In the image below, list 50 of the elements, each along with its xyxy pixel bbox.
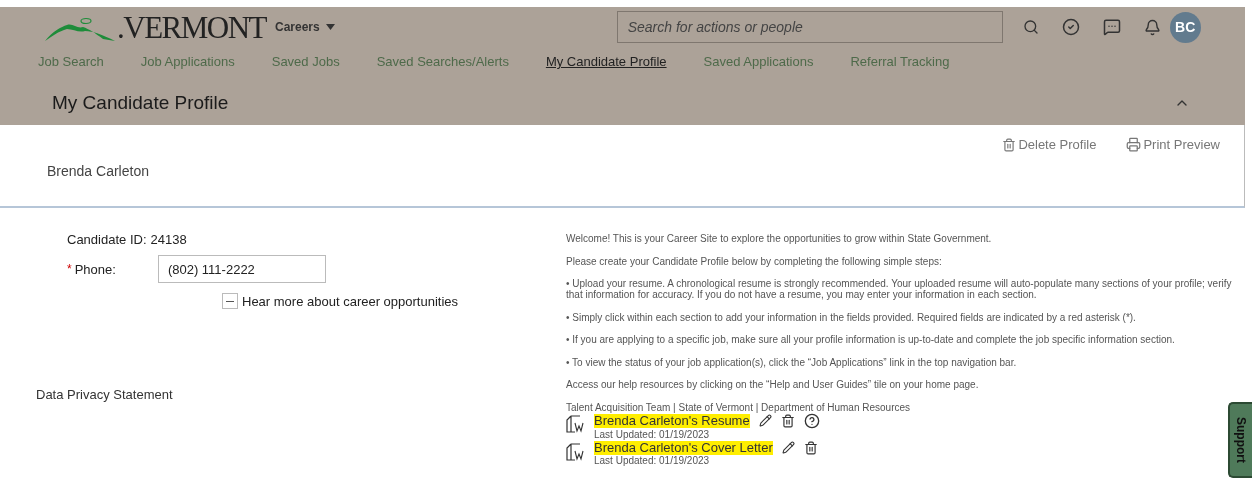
- search-field[interactable]: Search for actions or people: [616, 11, 1003, 43]
- help-icon[interactable]: [803, 412, 820, 429]
- welcome-paragraph: • Upload your resume. A chronological resume is strongly recommended. Your uploaded resume will auto-populate many sections of your profile; verify that information for accuracy. If you do not have a resume, you may enter your information in each section.: [566, 278, 1233, 300]
- search-icon[interactable]: [1022, 19, 1039, 35]
- careers-menu[interactable]: Careers: [275, 20, 335, 34]
- nav-tab[interactable]: Saved Searches/Alerts: [376, 54, 509, 74]
- trash-icon[interactable]: [803, 440, 818, 455]
- page-title: My Candidate Profile: [52, 92, 229, 114]
- check-circle-icon[interactable]: [1061, 18, 1080, 36]
- print-preview-link[interactable]: Print Preview: [1126, 137, 1220, 152]
- printer-icon: [1126, 137, 1142, 152]
- welcome-paragraph: Access our help resources by clicking on the “Help and User Guides” tile on your home page.: [566, 379, 980, 390]
- signature-text: Talent Acquisition Team | State of Vermont | Department of Human Resources: [566, 401, 912, 413]
- nav-tab[interactable]: Job Applications: [140, 54, 235, 74]
- welcome-paragraph: Welcome! This is your Career Site to explore the opportunities to grow within State Government.: [566, 233, 993, 244]
- nav-tab[interactable]: My Candidate Profile: [545, 54, 667, 74]
- welcome-paragraph: Please create your Candidate Profile below by completing the following simple steps:: [566, 255, 943, 267]
- welcome-paragraph: • If you are applying to a specific job, make sure all your profile information is up-to-date and complete the job specific information section.: [566, 334, 1176, 345]
- candidate-id-value: 24138: [150, 232, 187, 247]
- delete-profile-link[interactable]: Delete Profile: [1002, 137, 1097, 152]
- trash-icon: [1002, 137, 1017, 152]
- privacy-link[interactable]: Data Privacy Statement: [36, 387, 173, 402]
- edit-icon[interactable]: [781, 441, 795, 454]
- nav-tab[interactable]: Job Search: [38, 54, 104, 74]
- document-link[interactable]: Brenda Carleton's Resume: [594, 413, 750, 428]
- phone-field[interactable]: (802) 111-2222: [157, 255, 326, 283]
- dash-icon: [226, 300, 234, 302]
- bell-icon[interactable]: [1143, 18, 1161, 36]
- nav-tab[interactable]: Saved Jobs: [271, 54, 340, 74]
- required-mark: *: [67, 262, 72, 276]
- mountain-logo-icon: [43, 16, 117, 43]
- last-updated-text: Last Updated: 01/19/2023: [594, 428, 711, 440]
- welcome-paragraph: • Simply click within each section to add your information in the fields provided. Required fields are indicated by a red asterisk (*).: [566, 311, 1137, 323]
- user-avatar[interactable]: BC: [1169, 11, 1201, 43]
- checkbox-label: Hear more about career opportunities: [242, 293, 459, 309]
- phone-label: Phone:: [74, 261, 116, 277]
- welcome-paragraph: • To view the status of your job application(s), click the “Job Applications” link in the top navigation bar.: [566, 356, 1018, 368]
- trash-icon[interactable]: [780, 413, 795, 428]
- nav-tab[interactable]: Saved Applications: [703, 54, 814, 74]
- candidate-id-label: Candidate ID:: [67, 232, 147, 247]
- chat-icon[interactable]: [1102, 18, 1121, 36]
- edit-icon[interactable]: [758, 414, 772, 427]
- logo-text: .VERMONT: [117, 11, 267, 43]
- last-updated-text: Last Updated: 01/19/2023: [594, 454, 711, 466]
- caret-icon: [325, 24, 335, 30]
- nav-tab[interactable]: Referral Tracking: [850, 54, 950, 74]
- checkbox[interactable]: [222, 293, 238, 309]
- support-tab[interactable]: Support: [1228, 402, 1252, 478]
- document-link[interactable]: Brenda Carleton's Cover Letter: [594, 440, 773, 455]
- candidate-name: Brenda Carleton: [46, 162, 149, 181]
